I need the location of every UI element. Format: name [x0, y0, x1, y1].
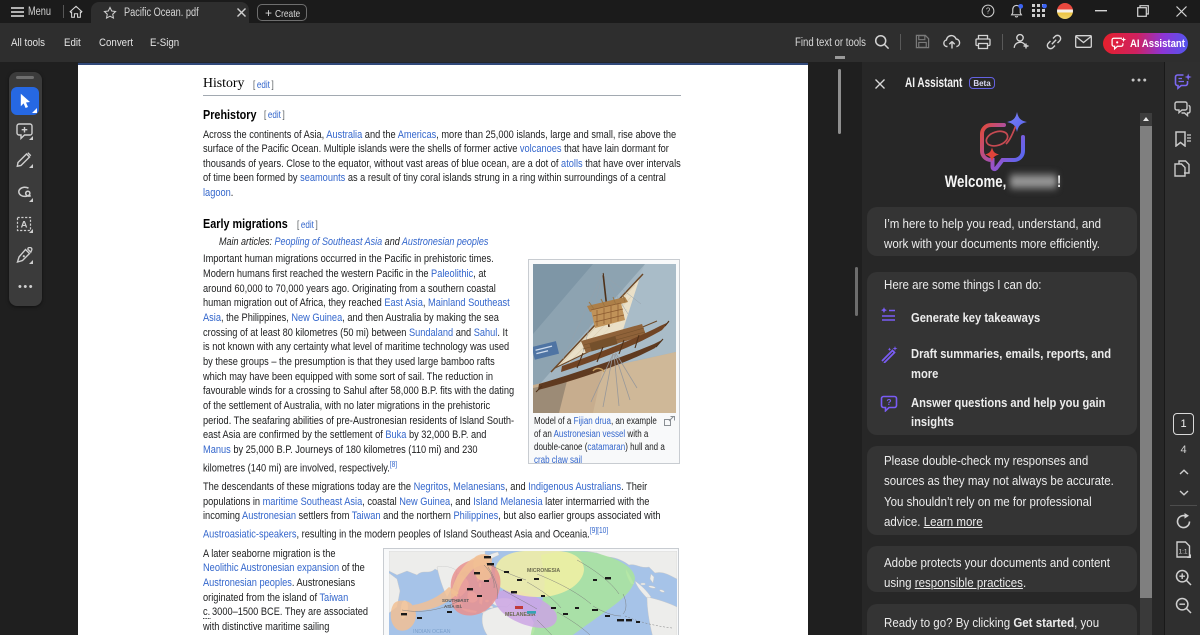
svg-text:A: A	[21, 219, 28, 230]
svg-text:ASIA ISl.: ASIA ISl.	[444, 604, 462, 609]
svg-text:?: ?	[986, 7, 991, 16]
svg-text:?: ?	[886, 397, 891, 407]
svg-text:MICRONESIA: MICRONESIA	[527, 568, 560, 574]
svg-text:SOUTHEAST: SOUTHEAST	[442, 598, 469, 603]
svg-text:INDIAN OCEAN: INDIAN OCEAN	[413, 629, 451, 635]
svg-text:1:1: 1:1	[1178, 549, 1187, 556]
